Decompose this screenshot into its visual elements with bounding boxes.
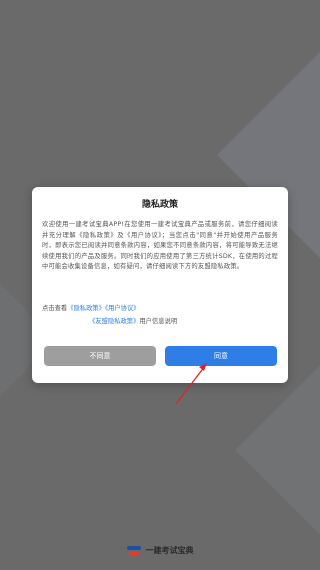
user-agreement-link[interactable]: 《用户协议》 — [105, 305, 140, 312]
background-decoration — [235, 365, 320, 535]
privacy-policy-link[interactable]: 《隐私政策》 — [67, 305, 105, 312]
umeng-privacy-link[interactable]: 《友盟隐私政策》 — [89, 318, 139, 325]
dialog-title: 隐私政策 — [141, 200, 178, 210]
disagree-button[interactable]: 不同意 — [44, 346, 156, 366]
umeng-links-row: 《友盟隐私政策》用户信息说明 — [89, 317, 177, 327]
app-logo-icon — [126, 545, 141, 556]
view-prefix: 点击查看 — [42, 305, 68, 312]
agree-button[interactable]: 同意 — [165, 346, 277, 366]
dialog-body-text: 欢迎使用一建考试宝典APP!在您使用一建考试宝典产品或服务前，请您仔细阅读并充分… — [42, 221, 278, 270]
umeng-suffix: 用户信息说明 — [139, 318, 178, 325]
policy-links-row: 点击查看《隐私政策》《用户协议》 — [42, 304, 140, 314]
app-brand: 一建考试宝典 — [0, 545, 320, 556]
app-name: 一建考试宝典 — [145, 546, 194, 555]
privacy-dialog: 隐私政策 欢迎使用一建考试宝典APP!在您使用一建考试宝典产品或服务前，请您仔细… — [32, 187, 288, 383]
